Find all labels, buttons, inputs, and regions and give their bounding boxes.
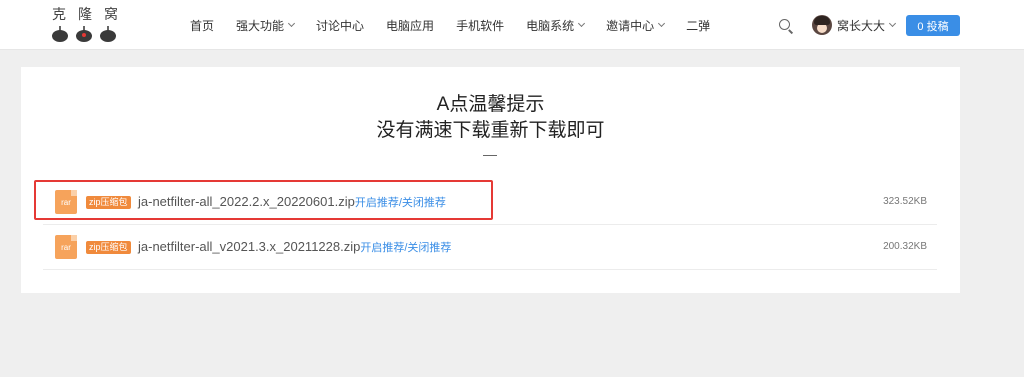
file-row[interactable]: rar zip压缩包 ja-netfilter-all_2022.2.x_202…	[43, 180, 937, 225]
main-nav: 首页 强大功能 讨论中心 电脑应用 手机软件 电脑系统 邀请中心 二弹	[190, 0, 732, 50]
recommend-toggle-link[interactable]: 开启推荐/关闭推荐	[355, 197, 446, 209]
nav-item-pc-system[interactable]: 电脑系统	[526, 17, 586, 34]
download-notice: A点温馨提示 没有满速下载重新下载即可	[21, 92, 960, 144]
notice-line-1: A点温馨提示	[436, 94, 545, 115]
nav-item-invite-center[interactable]: 邀请中心	[606, 17, 666, 34]
bomb-icon	[98, 26, 118, 42]
bomb-icon	[50, 26, 70, 42]
chevron-down-icon	[287, 19, 296, 28]
file-name[interactable]: ja-netfilter-all_v2021.3.x_20211228.zip开…	[138, 239, 451, 255]
file-archive-icon: rar	[55, 190, 77, 214]
file-name[interactable]: ja-netfilter-all_2022.2.x_20220601.zip开启…	[138, 194, 446, 210]
download-card: A点温馨提示 没有满速下载重新下载即可 rar zip压缩包 ja-netfil…	[21, 67, 960, 293]
site-header: 克隆窝 首页 强大功能 讨论中心 电脑应用 手机软件 电脑系统 邀请中心 二弹 …	[0, 0, 1024, 50]
file-row[interactable]: rar zip压缩包 ja-netfilter-all_v2021.3.x_20…	[43, 225, 937, 270]
nav-item-mobile-software[interactable]: 手机软件	[456, 17, 504, 34]
recommend-toggle-link[interactable]: 开启推荐/关闭推荐	[360, 242, 451, 254]
nav-item-pc-apps[interactable]: 电脑应用	[386, 17, 434, 34]
file-name-text[interactable]: ja-netfilter-all_v2021.3.x_20211228.zip	[138, 239, 360, 254]
chevron-down-icon	[658, 19, 666, 28]
search-icon[interactable]	[778, 18, 794, 34]
avatar	[812, 15, 832, 35]
file-name-text[interactable]: ja-netfilter-all_2022.2.x_20220601.zip	[138, 194, 355, 209]
nav-item-features[interactable]: 强大功能	[236, 17, 296, 34]
notice-line-2: 没有满速下载重新下载即可	[376, 120, 605, 141]
file-size: 200.32KB	[883, 241, 927, 252]
file-type-tag: zip压缩包	[86, 241, 131, 254]
logo-text: 克隆窝	[52, 7, 130, 23]
file-size: 323.52KB	[883, 196, 927, 207]
user-menu[interactable]: 窝长大大	[812, 14, 897, 36]
chevron-down-icon	[888, 19, 897, 28]
site-logo[interactable]: 克隆窝	[46, 4, 122, 46]
submit-post-button[interactable]: 0 投稿	[906, 15, 960, 36]
file-type-tag: zip压缩包	[86, 196, 131, 209]
username: 窝长大大	[837, 18, 886, 33]
file-archive-icon: rar	[55, 235, 77, 259]
nav-item-second[interactable]: 二弹	[686, 17, 710, 34]
bomb-icon	[74, 26, 94, 42]
chevron-down-icon	[578, 19, 586, 28]
nav-item-discussion[interactable]: 讨论中心	[316, 17, 364, 34]
nav-item-home[interactable]: 首页	[190, 17, 214, 34]
divider	[483, 155, 497, 156]
